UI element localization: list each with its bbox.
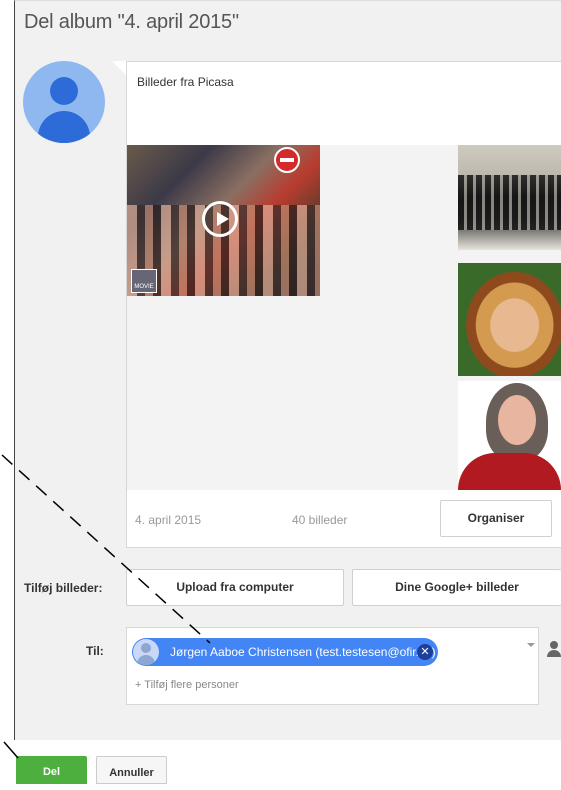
group-photo-thumbnail[interactable] <box>458 145 561 250</box>
organise-button[interactable]: Organiser <box>440 500 552 537</box>
album-date: 4. april 2015 <box>135 513 202 527</box>
upload-from-computer-button[interactable]: Upload fra computer <box>126 569 344 606</box>
portrait-face <box>498 395 536 445</box>
recipient-avatar <box>133 639 159 665</box>
chevron-down-icon[interactable] <box>527 643 535 647</box>
photo-grid: MOVIE <box>127 145 561 490</box>
recipients-field[interactable]: Jørgen Aaboe Christensen (test.testesen@… <box>126 627 539 705</box>
post-card: Billeder fra Picasa MOVIE 4. april 2015 … <box>126 61 561 548</box>
album-meta: 4. april 2015 40 billeder Organiser <box>127 490 561 548</box>
no-entry-sign <box>274 147 300 173</box>
recipient-name: Jørgen Aaboe Christensen (test.testesen@… <box>170 645 436 659</box>
post-card-notch <box>112 61 126 75</box>
cancel-button[interactable]: Annuller <box>96 756 167 784</box>
avatar-body <box>38 111 90 143</box>
gray-haired-woman-thumbnail[interactable] <box>458 381 561 490</box>
portrait-shirt <box>458 453 561 490</box>
add-photos-label: Tilføj billeder: <box>24 581 103 595</box>
share-button[interactable]: Del <box>16 756 87 784</box>
add-more-people-input[interactable]: + Tilføj flere personer <box>135 679 239 691</box>
avatar-head <box>50 77 78 105</box>
user-avatar <box>23 61 105 143</box>
movie-icon: MOVIE <box>131 269 157 293</box>
group-people-image <box>458 175 561 230</box>
play-icon[interactable] <box>202 201 238 237</box>
people-icon[interactable] <box>547 640 561 658</box>
blonde-woman-thumbnail[interactable] <box>458 263 561 376</box>
video-crowd-thumbnail[interactable]: MOVIE <box>127 145 320 296</box>
remove-recipient-icon[interactable]: ✕ <box>417 644 433 660</box>
to-label: Til: <box>86 644 104 658</box>
post-caption[interactable]: Billeder fra Picasa <box>137 75 234 89</box>
dialog-title: Del album "4. april 2015" <box>24 11 239 33</box>
google-photos-button[interactable]: Dine Google+ billeder <box>352 569 561 606</box>
recipient-chip[interactable]: Jørgen Aaboe Christensen (test.testesen@… <box>132 638 438 666</box>
photo-count: 40 billeder <box>292 513 348 527</box>
